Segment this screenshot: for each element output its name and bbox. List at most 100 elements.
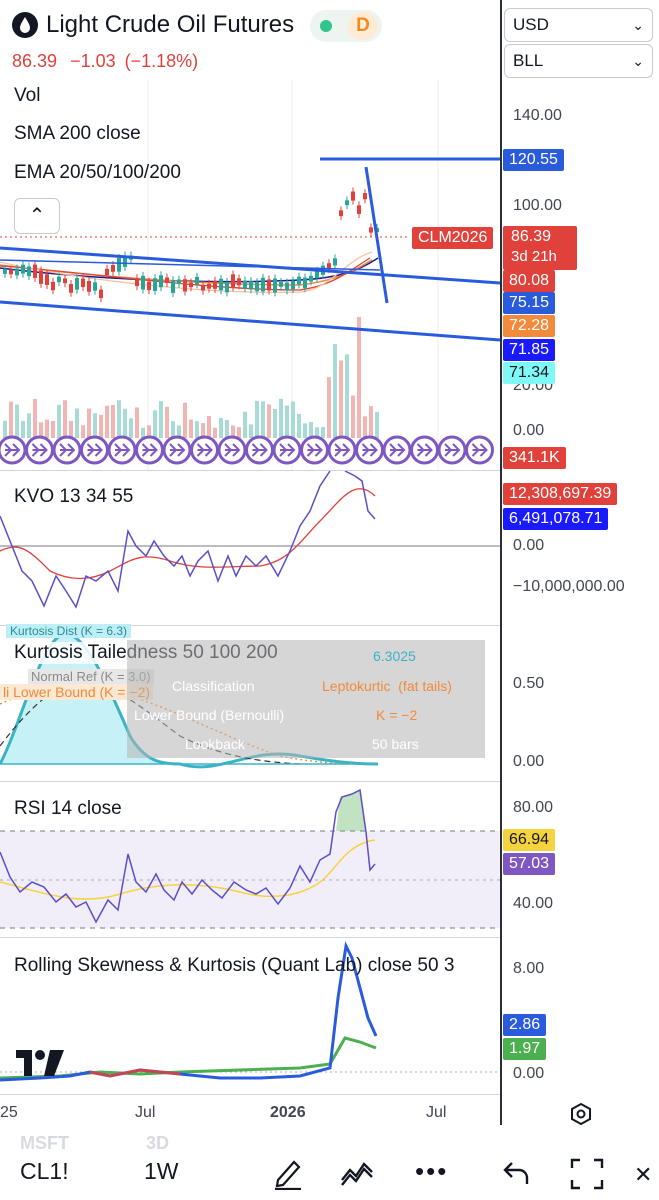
sma-legend[interactable]: SMA 200 close bbox=[14, 123, 141, 145]
time-tick: 25 bbox=[0, 1104, 18, 1121]
candle-body bbox=[33, 264, 37, 278]
candle-body bbox=[297, 276, 301, 285]
delayed-badge: D bbox=[348, 12, 378, 40]
unit-select[interactable]: BLL ⌄ bbox=[504, 44, 653, 78]
volume-bar bbox=[279, 398, 283, 438]
candle-body bbox=[285, 282, 289, 291]
volume-bar bbox=[9, 401, 13, 438]
volume-bar bbox=[99, 414, 103, 438]
event-icon bbox=[135, 435, 164, 465]
candle-body bbox=[333, 258, 337, 266]
volume-bar bbox=[213, 427, 217, 438]
price-tag-ema-200: 71.85 bbox=[503, 339, 556, 361]
candle-body bbox=[357, 205, 361, 214]
more-icon[interactable]: ••• bbox=[415, 1156, 448, 1187]
indicators-icon[interactable] bbox=[340, 1158, 374, 1194]
volume-bar bbox=[369, 406, 373, 438]
kvo-legend[interactable]: KVO 13 34 55 bbox=[14, 486, 133, 508]
trend-line-upper bbox=[0, 246, 500, 285]
bar-countdown: 3d 21h bbox=[511, 248, 557, 265]
candle-body bbox=[105, 268, 109, 276]
price-tick: 140.00 bbox=[513, 107, 562, 124]
volume-bar bbox=[135, 407, 139, 438]
candle-body bbox=[195, 276, 199, 285]
last-price-value: 86.39 bbox=[511, 228, 552, 245]
lower-bound-row-value: K = −2 bbox=[376, 707, 418, 723]
volume-bar bbox=[375, 411, 379, 438]
volume-bar bbox=[117, 400, 121, 438]
kurtosis-tag: 1.97 bbox=[503, 1038, 547, 1060]
volume-bar bbox=[243, 411, 247, 438]
close-icon[interactable]: ✕ bbox=[634, 1162, 652, 1188]
symbol-button[interactable]: CL1! bbox=[20, 1158, 69, 1185]
candle-body bbox=[45, 274, 49, 285]
price-tick: 100.00 bbox=[513, 197, 562, 214]
oil-drop-icon bbox=[12, 12, 38, 38]
tradingview-logo[interactable] bbox=[16, 1050, 66, 1076]
candle-body bbox=[159, 275, 163, 288]
event-icon bbox=[52, 435, 82, 465]
rsi-band bbox=[0, 831, 500, 928]
volume-bar bbox=[93, 413, 97, 438]
candle-body bbox=[39, 270, 43, 284]
candle-body bbox=[279, 282, 283, 287]
event-icon bbox=[437, 435, 467, 465]
volume-bar bbox=[27, 413, 31, 438]
event-icon bbox=[190, 435, 219, 465]
candle-body bbox=[63, 278, 67, 284]
event-icon bbox=[0, 435, 27, 465]
event-icon bbox=[465, 435, 494, 465]
draw-pen-icon[interactable] bbox=[272, 1156, 304, 1196]
candle-body bbox=[255, 282, 259, 292]
event-icon bbox=[217, 435, 247, 465]
kurtosis-value: 6.3025 bbox=[373, 648, 416, 664]
candle-body bbox=[291, 280, 295, 290]
volume-bar bbox=[183, 402, 187, 438]
candle-body bbox=[339, 210, 343, 217]
candle-body bbox=[87, 280, 91, 292]
candle-body bbox=[111, 265, 115, 272]
price-tag-ema-50: 75.15 bbox=[503, 292, 556, 314]
fullscreen-icon[interactable] bbox=[570, 1158, 604, 1196]
rsi-legend[interactable]: RSI 14 close bbox=[14, 798, 122, 820]
volume-bar bbox=[165, 406, 169, 438]
candle-body bbox=[351, 191, 355, 201]
price-line: 86.39 −1.03 (−1.18%) bbox=[12, 51, 198, 72]
candle-body bbox=[75, 278, 79, 290]
ema-legend[interactable]: EMA 20/50/100/200 bbox=[14, 162, 181, 184]
status-badge[interactable]: D bbox=[310, 10, 382, 42]
candle-body bbox=[345, 200, 349, 206]
lookback-label: Lookback bbox=[185, 736, 245, 752]
skew-tick: 8.00 bbox=[513, 960, 545, 977]
volume-bar bbox=[15, 404, 19, 438]
volume-bar bbox=[345, 354, 349, 438]
price-scale-border bbox=[500, 0, 502, 1125]
lookback-value: 50 bars bbox=[372, 736, 419, 752]
candle-body bbox=[309, 275, 313, 282]
price-tag-ema-100: 72.28 bbox=[503, 315, 556, 337]
volume-bar bbox=[87, 408, 91, 438]
volume-bar bbox=[57, 404, 61, 438]
vol-legend[interactable]: Vol bbox=[14, 85, 40, 107]
interval-button[interactable]: 1W bbox=[144, 1158, 179, 1185]
event-icon bbox=[107, 435, 137, 465]
event-icon bbox=[245, 435, 274, 465]
volume-bar bbox=[33, 398, 37, 438]
chevron-down-icon: ⌄ bbox=[632, 17, 644, 33]
volume-bar bbox=[291, 401, 295, 438]
candle-body bbox=[183, 279, 187, 292]
settings-icon[interactable] bbox=[569, 1102, 593, 1131]
volume-bar bbox=[309, 421, 313, 438]
candle-body bbox=[69, 284, 73, 293]
collapse-legend-button[interactable]: ⌃ bbox=[14, 198, 60, 234]
event-icon bbox=[80, 435, 109, 465]
candle-body bbox=[15, 268, 19, 276]
kurtosis-dist-label: Kurtosis Dist (K = 6.3) bbox=[6, 624, 132, 638]
classification-label: Classification bbox=[172, 678, 255, 694]
event-icon bbox=[272, 435, 302, 465]
skew-legend[interactable]: Rolling Skewness & Kurtosis (Quant Lab) … bbox=[14, 955, 454, 977]
currency-select[interactable]: USD ⌄ bbox=[504, 8, 653, 42]
undo-icon[interactable] bbox=[502, 1160, 530, 1192]
kurtosis-tick: 0.50 bbox=[513, 675, 545, 692]
candle-body bbox=[243, 280, 247, 289]
